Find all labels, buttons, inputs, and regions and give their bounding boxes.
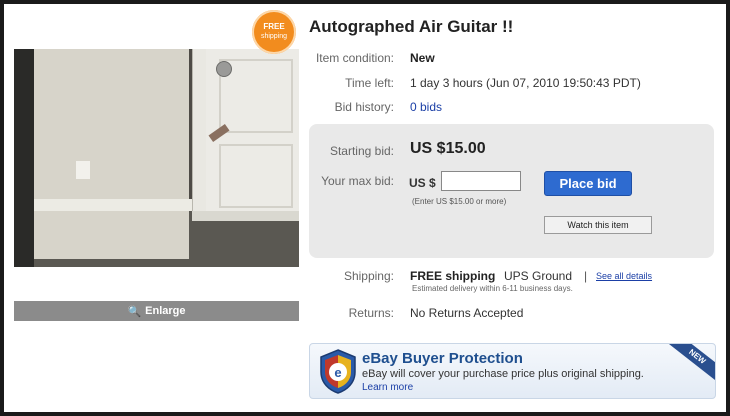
condition-label: Item condition: [315, 51, 394, 65]
currency-prefix: US $ [409, 176, 436, 190]
see-all-details-link[interactable]: See all details [596, 271, 652, 281]
bid-history-label: Bid history: [334, 100, 394, 114]
shipping-label: Shipping: [343, 269, 394, 283]
learn-more-link[interactable]: Learn more [362, 382, 413, 393]
protection-title: eBay Buyer Protection [362, 350, 523, 367]
max-bid-input[interactable] [441, 171, 521, 191]
enlarge-button[interactable]: 🔍 Enlarge [14, 301, 299, 321]
time-left-label: Time left: [345, 76, 394, 90]
free-shipping-badge: FREE shipping [252, 10, 296, 54]
svg-text:e: e [334, 365, 341, 380]
item-photo[interactable] [14, 49, 299, 267]
max-bid-label: Your max bid: [321, 174, 394, 188]
enlarge-label: Enlarge [145, 305, 186, 317]
watch-item-button[interactable]: Watch this item [544, 216, 652, 234]
badge-line2: shipping [260, 33, 288, 40]
starting-bid-value: US $15.00 [410, 140, 486, 157]
returns-label: Returns: [348, 306, 394, 320]
shipping-separator: | [584, 269, 588, 283]
badge-line1: FREE [263, 22, 285, 31]
free-shipping-text: FREE shipping [410, 269, 496, 283]
item-title: Autographed Air Guitar !! [309, 17, 514, 36]
listing-frame: 🔍 Enlarge FREE shipping Autographed Air … [4, 4, 726, 412]
magnifier-icon: 🔍 [127, 305, 142, 318]
shield-icon: e [320, 349, 356, 394]
buyer-protection-banner[interactable]: e eBay Buyer Protection eBay will cover … [309, 343, 716, 399]
new-ribbon: NEW [661, 344, 715, 388]
place-bid-button[interactable]: Place bid [544, 171, 632, 196]
starting-bid-label: Starting bid: [329, 144, 394, 158]
condition-value: New [410, 51, 435, 65]
time-left-value: 1 day 3 hours (Jun 07, 2010 19:50:43 PDT… [410, 76, 641, 90]
bid-hint: (Enter US $15.00 or more) [412, 197, 507, 206]
shipping-service: UPS Ground [504, 269, 573, 283]
returns-value: No Returns Accepted [410, 306, 524, 320]
door-knob [216, 61, 232, 77]
bid-history-link[interactable]: 0 bids [410, 100, 442, 114]
delivery-estimate: Estimated delivery within 6-11 business … [412, 284, 573, 293]
protection-text: eBay will cover your purchase price plus… [362, 368, 644, 380]
